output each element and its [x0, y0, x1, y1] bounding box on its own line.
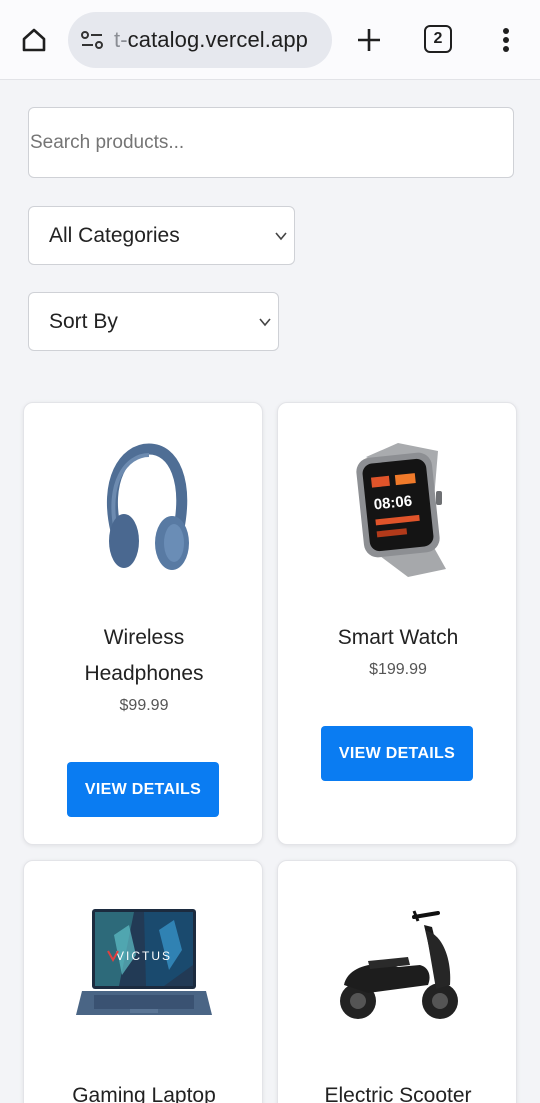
more-vert-icon: [503, 28, 509, 52]
product-card: VICTUS Gaming Laptop: [23, 860, 263, 1103]
browser-menu-button[interactable]: [494, 22, 518, 58]
product-image-headphones: [24, 441, 262, 581]
product-name: Wireless Headphones: [24, 620, 262, 692]
product-card: Electric Scooter: [277, 860, 517, 1103]
new-tab-button[interactable]: [352, 22, 386, 58]
url-text: t-catalog.vercel.app: [114, 27, 308, 53]
browser-toolbar: t-catalog.vercel.app 2: [0, 0, 540, 80]
product-price: $199.99: [369, 661, 427, 678]
view-details-button[interactable]: VIEW DETAILS: [321, 726, 473, 781]
product-image-gaming-laptop: VICTUS: [24, 905, 262, 1025]
product-image-smart-watch: 08:06: [278, 439, 516, 581]
product-card: 08:06 Smart Watch $199.99 VIEW DETAILS: [277, 402, 517, 845]
product-name: Electric Scooter: [324, 1084, 472, 1103]
product-price: $99.99: [119, 697, 169, 714]
product-name-line-2: Headphones: [84, 662, 204, 685]
tab-switcher-button[interactable]: 2: [424, 25, 452, 53]
sort-select[interactable]: Sort By: [28, 292, 279, 351]
address-bar[interactable]: t-catalog.vercel.app: [68, 12, 332, 68]
chevron-down-icon: [275, 232, 287, 241]
product-card: Wireless Headphones $99.99 VIEW DETAILS: [23, 402, 263, 845]
chevron-down-icon: [259, 318, 271, 327]
product-name: Smart Watch: [337, 626, 459, 649]
product-name: Gaming Laptop: [72, 1084, 216, 1103]
product-name-line-1: Wireless: [103, 626, 185, 649]
plus-icon: [358, 29, 380, 51]
laptop-brand-text: VICTUS: [116, 949, 172, 963]
home-button[interactable]: [16, 22, 52, 58]
view-details-button[interactable]: VIEW DETAILS: [67, 762, 219, 817]
url-prefix: t-: [114, 27, 128, 52]
url-domain: catalog.vercel.app: [127, 27, 308, 52]
search-input[interactable]: [28, 107, 514, 178]
home-icon: [22, 28, 46, 52]
site-settings-icon[interactable]: [80, 28, 104, 52]
sort-select-value: Sort By: [49, 309, 118, 333]
product-image-electric-scooter: [278, 905, 516, 1025]
category-select[interactable]: All Categories: [28, 206, 295, 265]
category-select-value: All Categories: [49, 223, 180, 247]
